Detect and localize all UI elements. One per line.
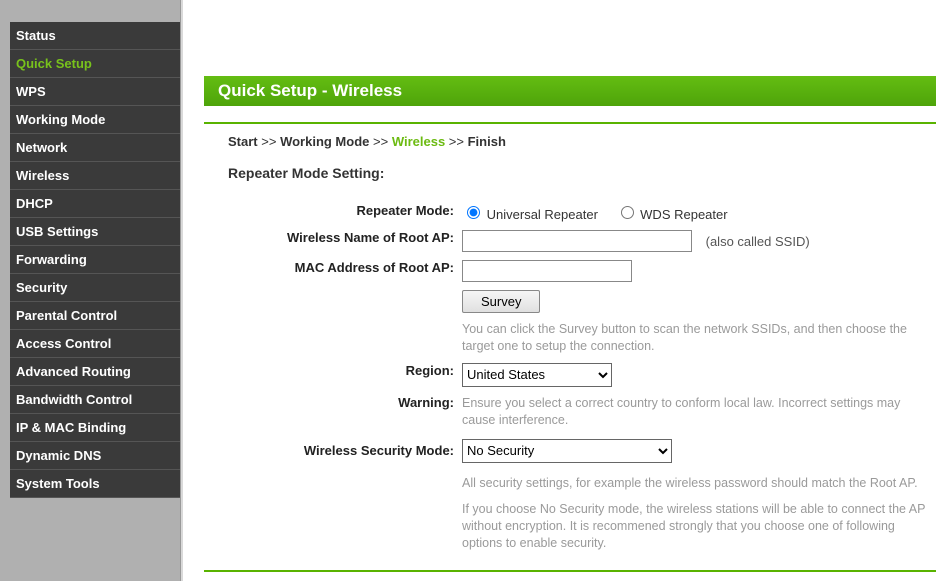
sidebar-item-working-mode[interactable]: Working Mode (10, 106, 180, 134)
label-region: Region: (228, 359, 458, 391)
ssid-input[interactable] (462, 230, 692, 252)
radio-universal-repeater[interactable]: Universal Repeater (462, 207, 602, 222)
radio-wds-input[interactable] (621, 206, 634, 219)
radio-universal-input[interactable] (467, 206, 480, 219)
mac-input[interactable] (462, 260, 632, 282)
crumb-wireless: Wireless (392, 134, 445, 149)
sidebar-item-usb-settings[interactable]: USB Settings (10, 218, 180, 246)
title-underline (204, 122, 936, 124)
crumb-finish: Finish (468, 134, 506, 149)
sidebar: StatusQuick SetupWPSWorking ModeNetworkW… (0, 0, 180, 581)
sidebar-item-ip-mac-binding[interactable]: IP & MAC Binding (10, 414, 180, 442)
label-security-mode: Wireless Security Mode: (228, 433, 458, 467)
crumb-sep: >> (261, 134, 276, 149)
security-mode-select[interactable]: No Security (462, 439, 672, 463)
app-root: StatusQuick SetupWPSWorking ModeNetworkW… (0, 0, 950, 581)
survey-button[interactable]: Survey (462, 290, 540, 313)
section-title: Repeater Mode Setting: (228, 165, 936, 181)
label-repeater-mode: Repeater Mode: (228, 199, 458, 226)
page-title: Quick Setup - Wireless (204, 76, 936, 106)
sidebar-item-parental-control[interactable]: Parental Control (10, 302, 180, 330)
footer-separator (204, 570, 936, 572)
label-warning: Warning: (228, 391, 458, 433)
region-select[interactable]: United States (462, 363, 612, 387)
sidebar-item-dynamic-dns[interactable]: Dynamic DNS (10, 442, 180, 470)
survey-hint: You can click the Survey button to scan … (458, 317, 936, 359)
sidebar-item-network[interactable]: Network (10, 134, 180, 162)
sidebar-item-quick-setup[interactable]: Quick Setup (10, 50, 180, 78)
sidebar-item-security[interactable]: Security (10, 274, 180, 302)
sidebar-item-forwarding[interactable]: Forwarding (10, 246, 180, 274)
main-panel: Quick Setup - Wireless Start >> Working … (184, 0, 950, 581)
radio-wds-label: WDS Repeater (640, 207, 727, 222)
security-hint-2: If you choose No Security mode, the wire… (458, 495, 936, 556)
sidebar-item-bandwidth-control[interactable]: Bandwidth Control (10, 386, 180, 414)
breadcrumb: Start >> Working Mode >> Wireless >> Fin… (228, 134, 936, 149)
crumb-working-mode: Working Mode (280, 134, 369, 149)
warning-hint: Ensure you select a correct country to c… (458, 391, 936, 433)
label-root-ap-mac: MAC Address of Root AP: (228, 256, 458, 286)
form-area: Repeater Mode: Universal Repeater WDS Re… (228, 199, 936, 556)
sidebar-item-wps[interactable]: WPS (10, 78, 180, 106)
security-hint-1: All security settings, for example the w… (458, 467, 936, 496)
crumb-start: Start (228, 134, 258, 149)
sidebar-item-access-control[interactable]: Access Control (10, 330, 180, 358)
sidebar-item-status[interactable]: Status (10, 22, 180, 50)
crumb-sep: >> (373, 134, 388, 149)
sidebar-item-system-tools[interactable]: System Tools (10, 470, 180, 498)
sidebar-item-dhcp[interactable]: DHCP (10, 190, 180, 218)
sidebar-item-wireless[interactable]: Wireless (10, 162, 180, 190)
sidebar-item-advanced-routing[interactable]: Advanced Routing (10, 358, 180, 386)
radio-wds-repeater[interactable]: WDS Repeater (616, 207, 728, 222)
crumb-sep: >> (449, 134, 464, 149)
radio-universal-label: Universal Repeater (487, 207, 598, 222)
label-root-ap-name: Wireless Name of Root AP: (228, 226, 458, 256)
ssid-note: (also called SSID) (706, 234, 810, 249)
